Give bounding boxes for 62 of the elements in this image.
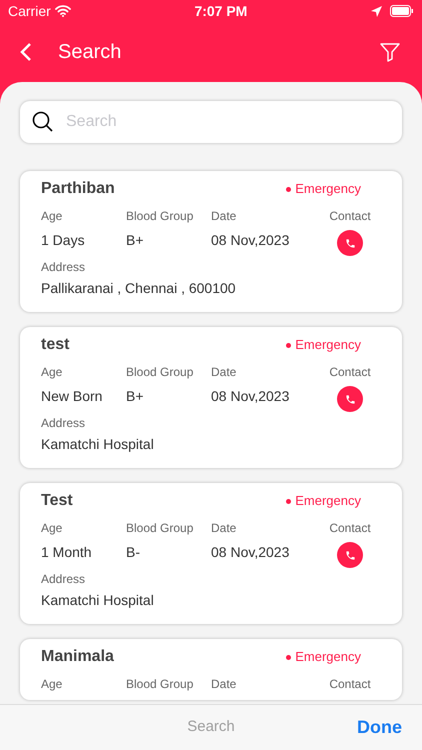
patient-name: Parthiban xyxy=(41,179,115,199)
field-label: Date xyxy=(211,364,238,381)
field-label: Contact xyxy=(329,364,371,381)
patient-name: Manimala xyxy=(41,647,114,667)
field-label: Date xyxy=(211,676,238,693)
done-button[interactable]: Done xyxy=(357,714,402,741)
record-card[interactable]: test Emergency Age Blood Group Date Contact New Born B+ 08 Nov,2023 Address Kamatchi Hospital xyxy=(20,327,402,468)
patient-name: test xyxy=(41,335,70,355)
field-value: 08 Nov,2023 xyxy=(211,386,290,406)
field-value: 08 Nov,2023 xyxy=(211,230,290,250)
field-label: Contact xyxy=(329,208,371,225)
location-icon xyxy=(371,6,382,16)
field-value: B- xyxy=(126,542,141,562)
field-label: Age xyxy=(41,364,64,381)
filter-button[interactable] xyxy=(380,41,402,63)
address-value: Pallikaranai , Chennai , 600100 xyxy=(41,279,237,298)
field-label: Age xyxy=(41,676,64,693)
status-label: Emergency xyxy=(295,180,361,198)
field-label: Blood Group xyxy=(126,364,194,381)
record-card[interactable]: Manimala Emergency Age Blood Group Date Contact xyxy=(20,639,402,700)
wifi-icon xyxy=(54,5,71,17)
phone-icon xyxy=(344,238,356,248)
call-button[interactable] xyxy=(337,386,363,412)
field-label: Contact xyxy=(329,676,371,693)
address-value: Kamatchi Hospital xyxy=(41,591,155,610)
search-field[interactable]: Search xyxy=(20,101,402,143)
phone-icon xyxy=(344,550,356,560)
call-button[interactable] xyxy=(337,542,363,568)
field-label: Blood Group xyxy=(126,208,194,225)
field-label: Address xyxy=(41,259,86,276)
status-label: Emergency xyxy=(295,648,361,666)
field-label: Date xyxy=(211,208,238,225)
patient-name: Test xyxy=(41,491,73,511)
back-button[interactable] xyxy=(20,42,34,62)
carrier-label: Carrier xyxy=(8,2,51,20)
status-label: Emergency xyxy=(295,336,361,354)
field-label: Blood Group xyxy=(126,520,194,537)
record-card[interactable]: Parthiban Emergency Age Blood Group Date Contact 1 Days B+ 08 Nov,2023 Address Pallikaranai , Chennai , 600100 xyxy=(20,171,402,312)
battery-icon xyxy=(390,5,414,17)
field-label: Address xyxy=(41,571,86,588)
status-label: Emergency xyxy=(295,492,361,510)
field-value: B+ xyxy=(126,386,145,406)
search-icon xyxy=(32,111,54,133)
field-label: Address xyxy=(41,415,86,432)
search-input[interactable]: Search xyxy=(66,110,390,134)
field-label: Age xyxy=(41,520,64,537)
record-card[interactable]: Test Emergency Age Blood Group Date Contact 1 Month B- 08 Nov,2023 Address Kamatchi Hospital xyxy=(20,483,402,624)
field-value: B+ xyxy=(126,230,145,250)
field-value: 08 Nov,2023 xyxy=(211,542,290,562)
call-button[interactable] xyxy=(337,230,363,256)
field-value: 1 Month xyxy=(41,542,93,562)
toolbar-title: Search xyxy=(187,717,235,738)
field-value: New Born xyxy=(41,386,104,406)
address-value: Kamatchi Hospital xyxy=(41,435,155,454)
field-label: Age xyxy=(41,208,64,225)
field-label: Contact xyxy=(329,520,371,537)
status-time: 7:07 PM xyxy=(194,2,248,20)
phone-icon xyxy=(344,394,356,404)
field-label: Date xyxy=(211,520,238,537)
field-value: 1 Days xyxy=(41,230,86,250)
field-label: Blood Group xyxy=(126,676,194,693)
page-title: Search xyxy=(58,40,122,65)
